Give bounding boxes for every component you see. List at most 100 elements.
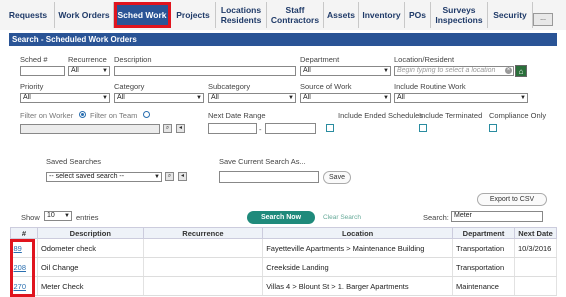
save-button[interactable]: Save — [323, 171, 351, 184]
row-recurrence — [143, 276, 264, 296]
table-row[interactable]: 208 Oil Change Creekside Landing Transpo… — [10, 257, 558, 277]
table-header-row: # Description Recurrence Location Depart… — [10, 227, 558, 239]
column-header-next-date[interactable]: Next Date — [513, 227, 558, 239]
filter-team-radio[interactable] — [143, 111, 150, 118]
row-location: Villas 4 > Blount St > 1. Barger Apartme… — [262, 276, 454, 296]
row-next-date — [514, 276, 558, 296]
department-value: All — [303, 67, 311, 74]
chevron-down-icon: ▼ — [288, 95, 294, 101]
results-table: # Description Recurrence Location Depart… — [10, 227, 558, 296]
row-location: Creekside Landing — [262, 257, 454, 277]
column-header-number[interactable]: # — [10, 227, 38, 239]
panel-title: Search - Scheduled Work Orders — [9, 33, 557, 46]
next-date-from-input[interactable] — [208, 123, 257, 134]
tab-pos[interactable]: POs — [405, 2, 431, 28]
export-csv-button[interactable]: Export to CSV — [477, 193, 547, 206]
description-label: Description — [114, 55, 152, 64]
delete-saved-search-icon[interactable]: ◂ — [178, 172, 187, 181]
tab-assets[interactable]: Assets — [324, 2, 359, 28]
description-input[interactable] — [114, 66, 296, 76]
more-tabs-button[interactable]: ... — [533, 13, 553, 26]
subcategory-value: All — [211, 94, 219, 101]
next-date-to-input[interactable] — [265, 123, 316, 134]
search-icon[interactable]: ⌕ — [165, 172, 174, 181]
tab-staff-contractors[interactable]: Staff Contractors — [267, 2, 324, 28]
location-input[interactable]: Begin typing to select a location — [394, 66, 514, 76]
tab-locations-residents[interactable]: Locations Residents — [216, 2, 267, 28]
include-terminated-label: Include Terminated — [419, 111, 483, 120]
saved-search-select[interactable]: -- select saved search -- ▼ — [46, 172, 162, 182]
filter-worker-radio[interactable] — [79, 111, 86, 118]
include-ended-label: Include Ended Schedules — [338, 111, 424, 120]
chevron-down-icon: ▼ — [520, 95, 526, 101]
category-value: All — [117, 94, 125, 101]
column-header-description[interactable]: Description — [36, 227, 144, 239]
priority-value: All — [23, 94, 31, 101]
recurrence-value: All — [71, 67, 79, 74]
include-terminated-checkbox[interactable] — [419, 124, 427, 132]
saved-search-value: -- select saved search -- — [49, 173, 125, 180]
clear-icon[interactable]: × — [505, 67, 512, 74]
include-routine-select[interactable]: All ▼ — [394, 93, 528, 103]
priority-label: Priority — [20, 82, 44, 91]
clear-search-link[interactable]: Clear Search — [323, 214, 361, 221]
compliance-only-checkbox[interactable] — [489, 124, 497, 132]
department-select[interactable]: All ▼ — [300, 66, 391, 76]
row-description: Meter Check — [37, 276, 144, 296]
priority-select[interactable]: All ▼ — [20, 93, 110, 103]
category-label: Category — [114, 82, 145, 91]
tab-requests[interactable]: Requests — [2, 2, 55, 28]
entries-value: 10 — [47, 212, 55, 219]
include-ended-checkbox[interactable] — [326, 124, 334, 132]
row-description: Odometer check — [37, 238, 144, 258]
filter-team-label: Filter on Team — [90, 111, 138, 120]
location-label: Location/Resident — [394, 55, 455, 64]
tab-projects[interactable]: Projects — [171, 2, 216, 28]
table-row[interactable]: 270 Meter Check Villas 4 > Blount St > 1… — [10, 276, 558, 296]
row-recurrence — [143, 257, 264, 277]
show-label: Show — [21, 213, 40, 222]
chevron-down-icon: ▼ — [154, 174, 160, 180]
clear-selection-icon[interactable]: ◂ — [176, 124, 185, 133]
search-now-button[interactable]: Search Now — [247, 211, 315, 224]
table-search-input[interactable]: Meter — [451, 211, 543, 222]
column-header-recurrence[interactable]: Recurrence — [142, 227, 264, 239]
date-range-separator: - — [259, 125, 262, 134]
include-routine-value: All — [397, 94, 405, 101]
save-search-name-input[interactable] — [219, 171, 319, 183]
chevron-down-icon: ▼ — [102, 95, 108, 101]
chevron-down-icon: ▼ — [64, 213, 70, 219]
tab-inventory[interactable]: Inventory — [359, 2, 405, 28]
sched-number-input[interactable] — [20, 66, 65, 76]
sched-label: Sched # — [20, 55, 48, 64]
column-header-department[interactable]: Department — [452, 227, 515, 239]
department-label: Department — [300, 55, 340, 64]
recurrence-select[interactable]: All ▼ — [68, 66, 110, 76]
subcategory-label: Subcategory — [208, 82, 251, 91]
tab-work-orders[interactable]: Work Orders — [55, 2, 114, 28]
worker-input[interactable] — [20, 124, 160, 134]
source-of-work-select[interactable]: All ▼ — [300, 93, 391, 103]
category-select[interactable]: All ▼ — [114, 93, 204, 103]
table-row[interactable]: 89 Odometer check Fayetteville Apartment… — [10, 238, 558, 258]
row-next-date — [514, 257, 558, 277]
tab-sched-work[interactable]: Sched Work — [114, 2, 171, 28]
recurrence-label: Recurrence — [68, 55, 107, 64]
row-next-date: 10/3/2016 — [514, 238, 558, 258]
filter-worker-label: Filter on Worker — [20, 111, 74, 120]
saved-searches-label: Saved Searches — [46, 157, 102, 166]
entries-select[interactable]: 10 ▼ — [44, 211, 72, 221]
tab-security[interactable]: Security — [488, 2, 533, 28]
table-search-label: Search: — [423, 213, 449, 222]
search-icon[interactable]: ⌕ — [163, 124, 172, 133]
next-date-range-label: Next Date Range — [208, 111, 266, 120]
row-department: Transportation — [452, 238, 515, 258]
tab-surveys-inspections[interactable]: Surveys Inspections — [431, 2, 488, 28]
include-routine-label: Include Routine Work — [394, 82, 466, 91]
home-icon[interactable]: ⌂ — [515, 65, 527, 77]
subcategory-select[interactable]: All ▼ — [208, 93, 296, 103]
row-department: Transportation — [452, 257, 515, 277]
row-description: Oil Change — [37, 257, 144, 277]
column-header-location[interactable]: Location — [262, 227, 454, 239]
entries-label: entries — [76, 213, 99, 222]
